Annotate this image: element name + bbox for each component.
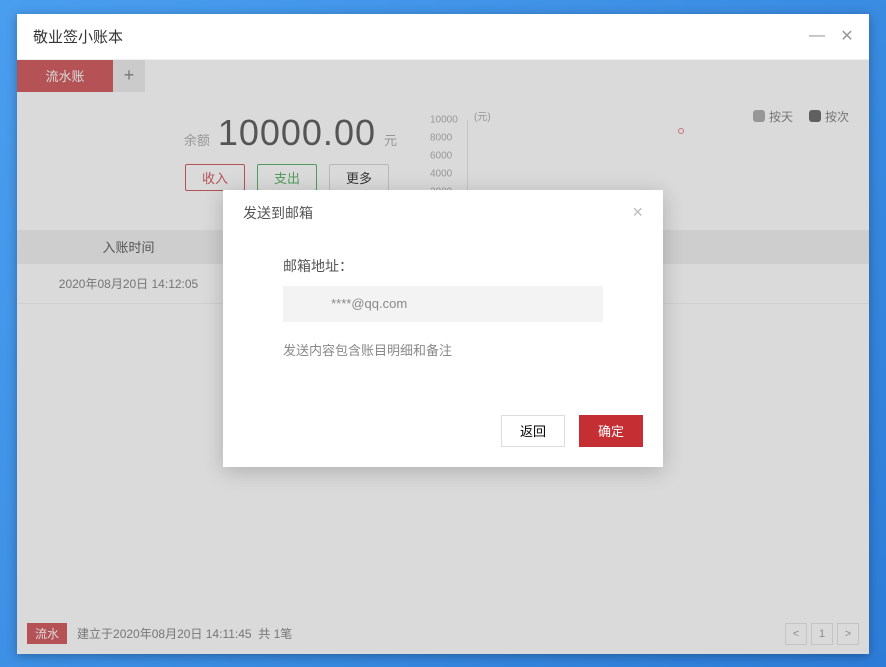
modal-overlay: 发送到邮箱 × 邮箱地址： 发送内容包含账目明细和备注 返回 确定 xyxy=(17,60,869,654)
confirm-button[interactable]: 确定 xyxy=(579,415,643,447)
email-label: 邮箱地址： xyxy=(283,256,603,276)
app-window: 敬业签小账本 — ✕ 流水账 + 余额 10000.00 元 收入 支出 更多 xyxy=(17,14,869,654)
close-icon: × xyxy=(632,202,643,222)
close-button[interactable]: ✕ xyxy=(841,30,853,42)
modal-body: 邮箱地址： 发送内容包含账目明细和备注 xyxy=(223,236,663,399)
modal-header: 发送到邮箱 × xyxy=(223,190,663,236)
modal-footer: 返回 确定 xyxy=(223,399,663,467)
titlebar-controls: — ✕ xyxy=(811,30,853,42)
modal-title: 发送到邮箱 xyxy=(243,203,313,223)
modal-close-button[interactable]: × xyxy=(632,202,643,223)
send-email-modal: 发送到邮箱 × 邮箱地址： 发送内容包含账目明细和备注 返回 确定 xyxy=(223,190,663,467)
titlebar: 敬业签小账本 — ✕ xyxy=(17,14,869,60)
modal-hint: 发送内容包含账目明细和备注 xyxy=(283,340,603,359)
back-button[interactable]: 返回 xyxy=(501,415,565,447)
minimize-button[interactable]: — xyxy=(811,30,823,42)
window-title: 敬业签小账本 xyxy=(33,26,123,47)
email-input[interactable] xyxy=(283,286,603,322)
